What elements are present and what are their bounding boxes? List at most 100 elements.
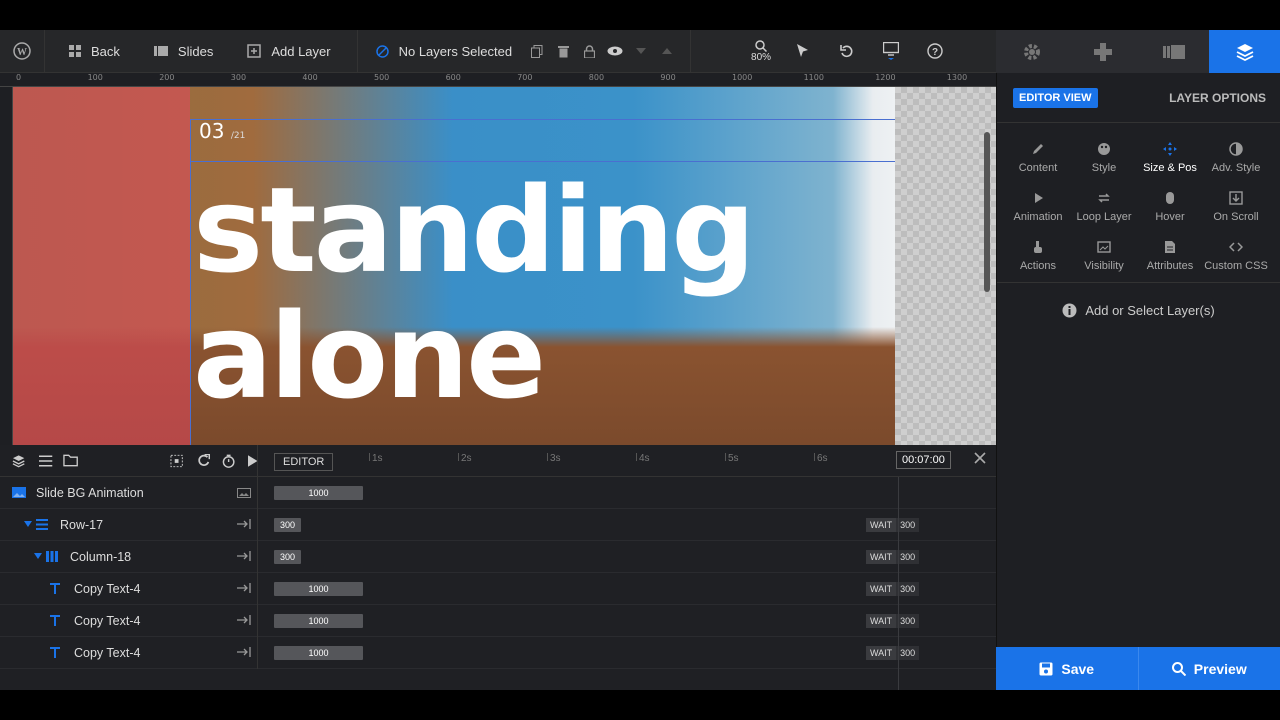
- zoom-control[interactable]: 80%: [741, 39, 781, 63]
- timeline-track[interactable]: 1000: [258, 477, 996, 509]
- no-selection-icon: [375, 44, 389, 58]
- duration-field[interactable]: 00:07:00: [896, 450, 951, 469]
- select-cursor-icon[interactable]: [781, 30, 825, 73]
- layers-icon[interactable]: [12, 454, 25, 468]
- wait-block[interactable]: WAIT 300: [866, 613, 920, 628]
- save-button[interactable]: Save: [996, 647, 1138, 690]
- option-content[interactable]: Content: [1005, 133, 1071, 182]
- timeline-track[interactable]: 1000 WAIT 300: [258, 637, 996, 669]
- timeline-row[interactable]: Copy Text-4 1000 WAIT 300: [0, 604, 996, 637]
- document-icon: [1165, 240, 1175, 253]
- folder-icon[interactable]: [62, 454, 78, 467]
- collapse-caret-icon[interactable]: [34, 552, 42, 559]
- tab-settings[interactable]: [996, 30, 1067, 73]
- option-style[interactable]: Style: [1071, 133, 1137, 182]
- animation-bar[interactable]: 1000: [274, 485, 363, 500]
- undo-icon[interactable]: [825, 30, 869, 73]
- move-up-icon[interactable]: [654, 30, 680, 73]
- timer-icon[interactable]: [222, 454, 235, 468]
- option-loop-layer[interactable]: Loop Layer: [1071, 182, 1137, 231]
- move-down-icon[interactable]: [628, 30, 654, 73]
- timeline-row[interactable]: Copy Text-4 1000 WAIT 300: [0, 572, 996, 605]
- wait-block[interactable]: WAIT 300: [866, 581, 920, 596]
- canvas-scrollbar[interactable]: [984, 132, 990, 292]
- timeline-row[interactable]: Copy Text-4 1000 WAIT 300: [0, 636, 996, 669]
- timeline-track[interactable]: 300 WAIT 300: [258, 541, 996, 573]
- slides-label: Slides: [177, 43, 214, 59]
- slides-icon: [153, 46, 168, 56]
- wordpress-logo-icon[interactable]: W: [0, 30, 44, 73]
- option-visibility[interactable]: Visibility: [1071, 231, 1137, 280]
- option-animation[interactable]: Animation: [1005, 182, 1071, 231]
- desktop-view-icon[interactable]: [869, 30, 913, 73]
- layer-name: Copy Text-4: [74, 645, 141, 660]
- layer-label-cell: Row-17: [0, 508, 258, 541]
- timeline-track[interactable]: 1000 WAIT 300: [258, 605, 996, 637]
- tab-navigation[interactable]: [1067, 30, 1138, 73]
- option-on-scroll[interactable]: On Scroll: [1203, 182, 1269, 231]
- back-button[interactable]: Back: [45, 30, 132, 73]
- preview-button[interactable]: Preview: [1137, 647, 1280, 690]
- option-hover[interactable]: Hover: [1137, 182, 1203, 231]
- wait-block[interactable]: WAIT 300: [866, 517, 920, 532]
- timeline-track[interactable]: 1000 WAIT 300: [258, 573, 996, 605]
- slide-counter[interactable]: 03 /21: [199, 119, 245, 143]
- timeline-track[interactable]: 300 WAIT 300: [258, 509, 996, 541]
- palette-icon: [1098, 142, 1110, 155]
- pointer-hand-icon: [1034, 240, 1042, 253]
- animation-bar[interactable]: 300: [274, 549, 301, 564]
- wait-block[interactable]: WAIT 300: [866, 645, 920, 660]
- select-all-icon[interactable]: [170, 454, 183, 468]
- add-layer-button[interactable]: Add Layer: [225, 30, 342, 73]
- list-icon[interactable]: [39, 455, 53, 467]
- play-icon[interactable]: [247, 454, 257, 467]
- panel-actions: Save Preview: [996, 647, 1280, 690]
- column-guide: [190, 119, 191, 445]
- option-adv-style[interactable]: Adv. Style: [1203, 133, 1269, 182]
- option-size-pos[interactable]: Size & Pos: [1137, 133, 1203, 182]
- animation-bar[interactable]: 1000: [274, 613, 363, 628]
- lock-icon[interactable]: [576, 30, 602, 73]
- option-actions[interactable]: Actions: [1005, 231, 1071, 280]
- arrow-to-end-icon[interactable]: [237, 646, 251, 657]
- duplicate-icon[interactable]: [524, 30, 550, 73]
- layer-name: Copy Text-4: [74, 581, 141, 596]
- wait-value: 300: [896, 581, 920, 596]
- arrow-to-end-icon[interactable]: [237, 518, 251, 529]
- text-icon: [50, 614, 60, 626]
- ruler-tick: 900: [660, 73, 676, 82]
- rewind-icon[interactable]: [197, 453, 211, 468]
- image-icon[interactable]: [237, 487, 251, 499]
- editor-tag[interactable]: EDITOR: [274, 452, 334, 471]
- delete-icon[interactable]: [550, 30, 576, 73]
- headline-text[interactable]: standing alone: [193, 167, 756, 419]
- ruler-tick: 400: [302, 73, 318, 82]
- hint-text: Add or Select Layer(s): [1085, 303, 1215, 318]
- animation-bar[interactable]: 300: [274, 517, 301, 532]
- save-icon: [1039, 662, 1053, 675]
- collapse-caret-icon[interactable]: [24, 520, 32, 527]
- arrow-to-end-icon[interactable]: [237, 582, 251, 593]
- animation-bar[interactable]: 1000: [274, 581, 363, 596]
- close-icon[interactable]: [974, 451, 986, 464]
- arrow-to-end-icon[interactable]: [237, 614, 251, 625]
- slides-button[interactable]: Slides: [132, 30, 225, 73]
- tab-layers[interactable]: [1209, 30, 1280, 73]
- help-icon[interactable]: ?: [913, 30, 957, 73]
- visibility-eye-icon[interactable]: [602, 30, 628, 73]
- timeline-row[interactable]: Slide BG Animation 1000: [0, 476, 996, 509]
- wait-block[interactable]: WAIT 300: [866, 549, 920, 564]
- image-icon: [12, 486, 26, 498]
- tab-slide[interactable]: [1138, 30, 1209, 73]
- timeline-row[interactable]: Row-17 300 WAIT 300: [0, 508, 996, 541]
- option-attributes[interactable]: Attributes: [1137, 231, 1203, 280]
- option-label: Size & Pos: [1143, 161, 1197, 174]
- second-marker: 3s: [547, 452, 561, 464]
- animation-bar[interactable]: 1000: [274, 645, 363, 660]
- timeline-row[interactable]: Column-18 300 WAIT 300: [0, 540, 996, 573]
- editor-view-badge[interactable]: EDITOR VIEW: [1013, 87, 1098, 108]
- arrow-to-end-icon[interactable]: [237, 550, 251, 561]
- gamepad-icon: [1093, 42, 1112, 61]
- option-custom-css[interactable]: Custom CSS: [1203, 231, 1269, 280]
- slide-canvas[interactable]: 03 /21 standing alone: [13, 87, 996, 445]
